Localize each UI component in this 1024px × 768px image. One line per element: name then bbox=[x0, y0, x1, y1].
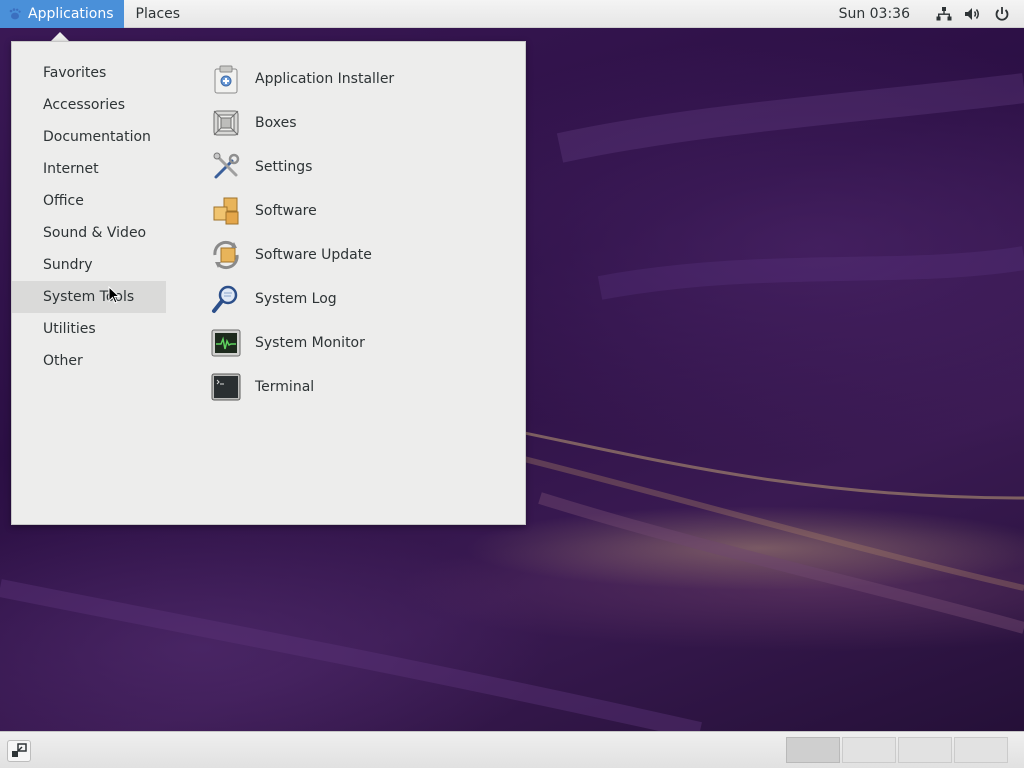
software-update-icon bbox=[210, 239, 242, 271]
menu-pointer bbox=[51, 32, 69, 41]
show-desktop-icon bbox=[12, 743, 27, 757]
category-label: Accessories bbox=[43, 97, 126, 113]
app-software-update[interactable]: Software Update bbox=[208, 233, 508, 277]
app-system-monitor[interactable]: System Monitor bbox=[208, 321, 508, 365]
category-internet[interactable]: Internet bbox=[12, 153, 166, 185]
app-label: Software Update bbox=[255, 247, 372, 263]
bottom-panel bbox=[0, 731, 1024, 768]
app-label: System Monitor bbox=[255, 335, 365, 351]
application-installer-icon bbox=[210, 63, 242, 95]
boxes-icon bbox=[210, 107, 242, 139]
app-label: Terminal bbox=[255, 379, 315, 395]
category-accessories[interactable]: Accessories bbox=[12, 89, 166, 121]
applications-menu-button[interactable]: Applications bbox=[0, 0, 124, 28]
clock[interactable]: Sun 03:36 bbox=[839, 6, 910, 22]
category-sound-video[interactable]: Sound & Video bbox=[12, 217, 166, 249]
category-utilities[interactable]: Utilities bbox=[12, 313, 166, 345]
applications-label: Applications bbox=[28, 5, 114, 22]
category-other[interactable]: Other bbox=[12, 345, 166, 377]
workspace-4[interactable] bbox=[954, 737, 1008, 763]
category-label: Sound & Video bbox=[43, 225, 147, 241]
category-sundry[interactable]: Sundry bbox=[12, 249, 166, 281]
category-label: Utilities bbox=[43, 321, 96, 337]
system-log-icon bbox=[210, 283, 242, 315]
app-label: Software bbox=[255, 203, 317, 219]
category-favorites[interactable]: Favorites bbox=[12, 57, 166, 89]
app-label: System Log bbox=[255, 291, 337, 307]
app-label: Application Installer bbox=[255, 71, 395, 87]
terminal-icon bbox=[210, 371, 242, 403]
workspace-2[interactable] bbox=[842, 737, 896, 763]
app-system-log[interactable]: System Log bbox=[208, 277, 508, 321]
workspace-3[interactable] bbox=[898, 737, 952, 763]
category-label: Other bbox=[43, 353, 83, 369]
software-icon bbox=[210, 195, 242, 227]
gnome-foot-icon bbox=[9, 7, 21, 19]
app-boxes[interactable]: Boxes bbox=[208, 101, 508, 145]
category-office[interactable]: Office bbox=[12, 185, 166, 217]
category-label: Sundry bbox=[43, 257, 93, 273]
app-settings[interactable]: Settings bbox=[208, 145, 508, 189]
settings-icon bbox=[210, 151, 242, 183]
app-application-installer[interactable]: Application Installer bbox=[208, 57, 508, 101]
app-label: Settings bbox=[255, 159, 313, 175]
category-system-tools[interactable]: System Tools bbox=[12, 281, 166, 313]
system-monitor-icon bbox=[210, 327, 242, 359]
category-list: Favorites Accessories Documentation Inte… bbox=[12, 57, 166, 377]
top-bar: Applications Places Sun 03:36 bbox=[0, 0, 1024, 28]
category-label: Favorites bbox=[43, 65, 107, 81]
workspace-switcher bbox=[786, 737, 1008, 763]
workspace-1[interactable] bbox=[786, 737, 840, 763]
show-desktop-button[interactable] bbox=[7, 740, 31, 762]
mouse-cursor-icon bbox=[108, 286, 121, 304]
category-documentation[interactable]: Documentation bbox=[12, 121, 166, 153]
app-list: Application Installer Boxes Settings Sof… bbox=[208, 57, 508, 409]
places-label: Places bbox=[135, 5, 181, 22]
category-label: Internet bbox=[43, 161, 99, 177]
app-terminal[interactable]: Terminal bbox=[208, 365, 508, 409]
category-label: Office bbox=[43, 193, 84, 209]
app-software[interactable]: Software bbox=[208, 189, 508, 233]
applications-menu: Favorites Accessories Documentation Inte… bbox=[11, 41, 526, 525]
network-icon[interactable] bbox=[936, 6, 952, 22]
category-label: Documentation bbox=[43, 129, 151, 145]
power-icon[interactable] bbox=[994, 6, 1010, 22]
places-menu-button[interactable]: Places bbox=[124, 0, 193, 28]
app-label: Boxes bbox=[255, 115, 297, 131]
volume-icon[interactable] bbox=[964, 6, 982, 22]
